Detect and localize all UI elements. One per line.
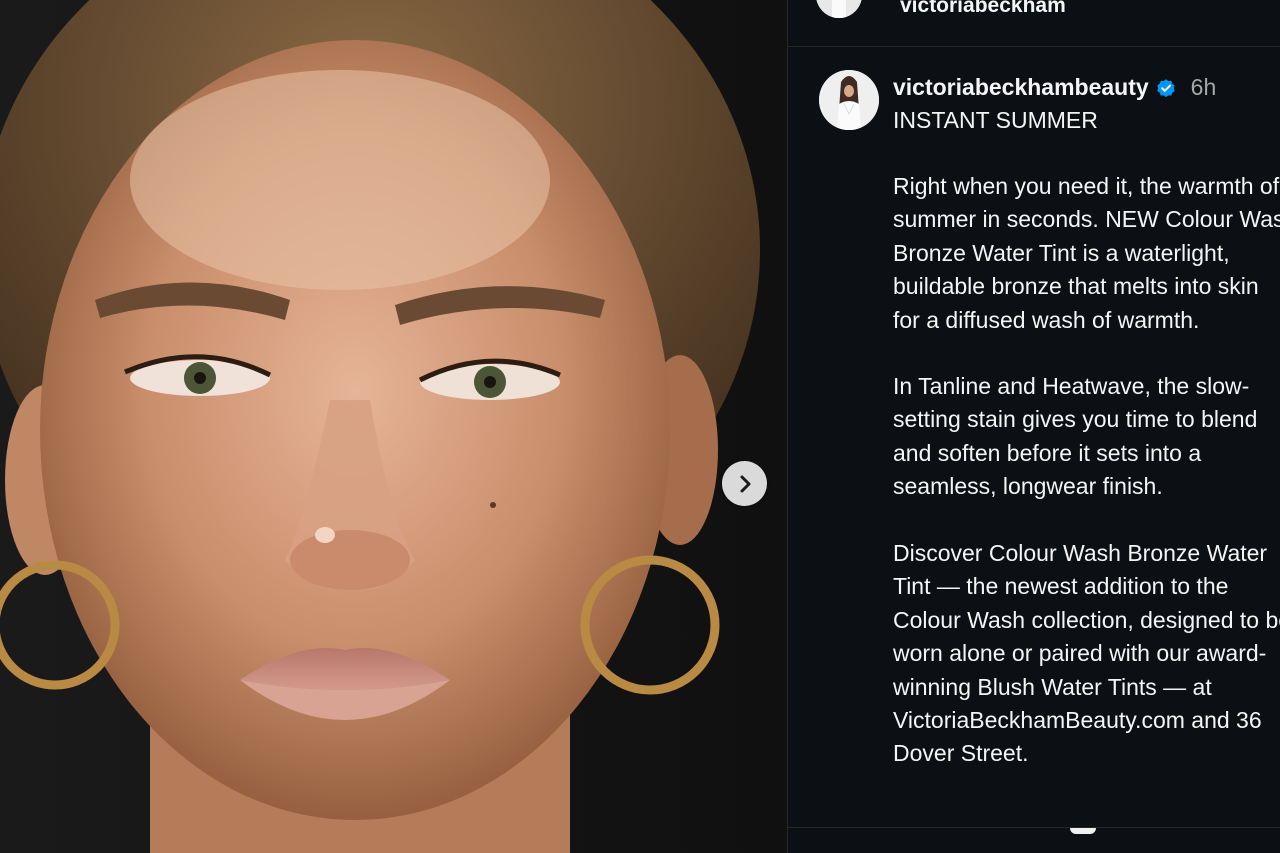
caption-paragraph-3: Discover Colour Wash Bronze Water Tint —… <box>893 540 1280 767</box>
author-avatar[interactable] <box>816 0 862 18</box>
caption-paragraph-1: Right when you need it, the warmth of su… <box>893 173 1280 333</box>
post-header: victoriabeckham <box>788 0 1280 47</box>
verified-badge-icon <box>1156 78 1175 97</box>
caption-paragraph-2: In Tanline and Heatwave, the slow- setti… <box>893 373 1258 500</box>
comments-area <box>788 827 1280 853</box>
caption-header: victoriabeckhambeauty 6h <box>893 74 1216 101</box>
caption-avatar[interactable] <box>819 70 879 130</box>
post-timestamp[interactable]: 6h <box>1191 74 1217 101</box>
avatar-image <box>819 70 879 130</box>
next-image-button[interactable] <box>722 461 767 506</box>
avatar-image <box>816 0 862 18</box>
portrait-photo <box>0 0 787 853</box>
post-details-panel: victoriabeckham victoriabeckhambeauty 6h… <box>787 0 1280 853</box>
author-username-link[interactable]: victoriabeckham <box>900 0 1066 18</box>
post-image[interactable] <box>0 0 787 853</box>
comment-avatar[interactable] <box>1070 828 1096 834</box>
caption-username-link[interactable]: victoriabeckhambeauty <box>893 74 1149 101</box>
chevron-right-icon <box>740 475 750 492</box>
caption-title: INSTANT SUMMER <box>893 107 1098 133</box>
